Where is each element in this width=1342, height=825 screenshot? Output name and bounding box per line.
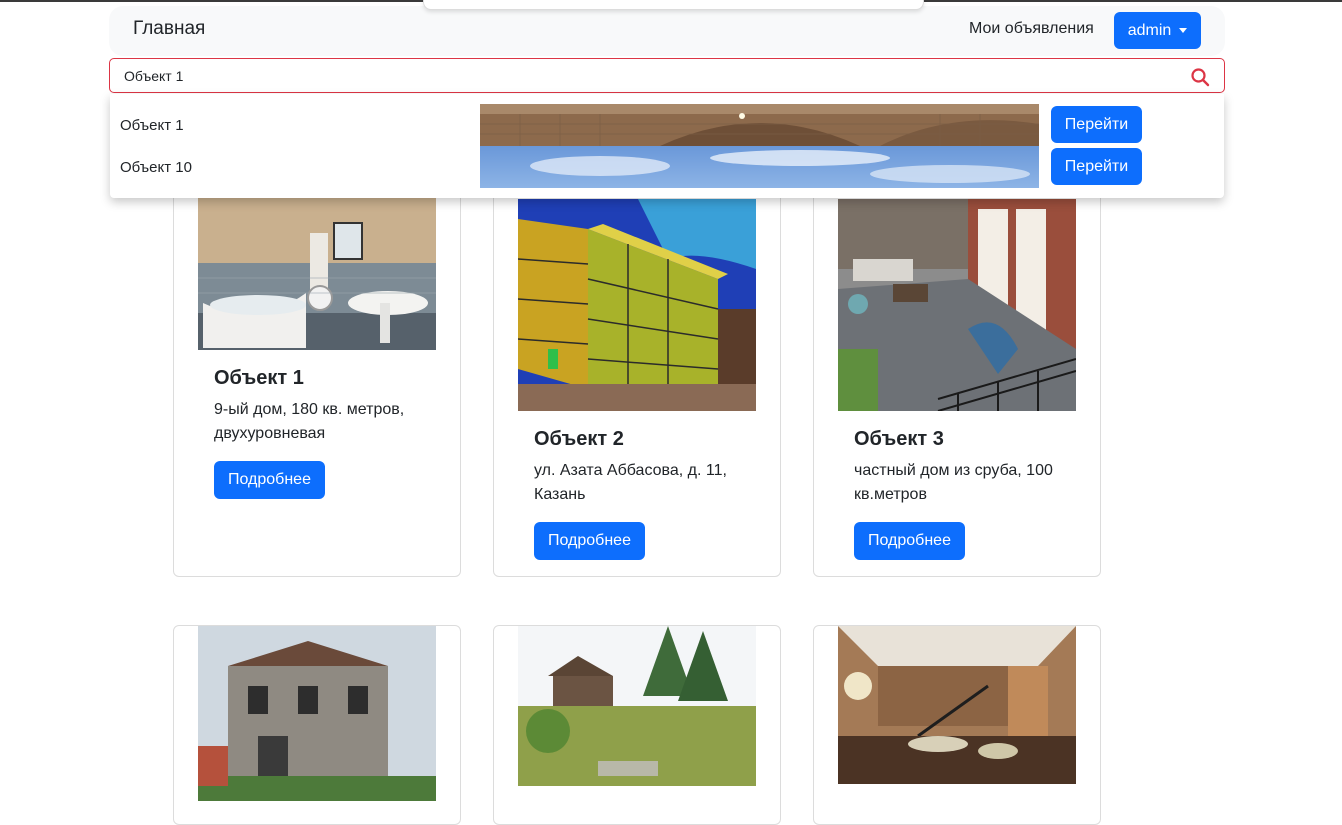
suggestion-row: Объект 10 Перейти	[110, 146, 1224, 188]
listing-photo	[518, 626, 756, 786]
navbar: Главная Мои объявления admin	[109, 6, 1225, 56]
suggestion-go-button[interactable]: Перейти	[1051, 148, 1142, 185]
search-icon[interactable]	[1190, 67, 1210, 87]
user-menu-button[interactable]: admin	[1114, 12, 1201, 49]
listing-card: Объект 3 частный дом из сруба, 100 кв.ме…	[813, 152, 1101, 577]
listing-title: Объект 1	[214, 367, 304, 389]
suggestion-row: Объект 1 Перейти	[110, 104, 1224, 146]
nav-link-my-ads[interactable]: Мои объявления	[969, 20, 1094, 38]
listing-card	[493, 625, 781, 825]
listing-card: Объект 1 9-ый дом, 180 кв. метров, двуху…	[173, 152, 461, 577]
details-button[interactable]: Подробнее	[854, 522, 965, 560]
listing-card: Объект 2 ул. Азата Аббасова, д. 11, Каза…	[493, 152, 781, 577]
listing-description: частный дом из сруба, 100 кв.метров	[854, 462, 1053, 503]
listing-card	[813, 625, 1101, 825]
listing-card	[173, 625, 461, 825]
suggestion-thumbnail	[480, 146, 1039, 188]
caret-down-icon	[1179, 28, 1188, 33]
listing-description: ул. Азата Аббасова, д. 11, Казань	[534, 462, 727, 503]
details-button[interactable]: Подробнее	[214, 461, 325, 499]
search-box	[109, 58, 1225, 93]
search-suggestions: Объект 1 Перейти Объект 10 Перейти	[110, 94, 1224, 198]
search-input[interactable]	[110, 59, 1180, 92]
listing-photo	[838, 199, 1076, 411]
suggestion-label[interactable]: Объект 1	[120, 117, 184, 134]
listing-description: 9-ый дом, 180 кв. метров, двухуровневая	[214, 401, 405, 442]
nav-brand-home[interactable]: Главная	[133, 18, 205, 40]
listing-photo	[198, 626, 436, 801]
listing-title: Объект 3	[854, 428, 944, 450]
listing-photo	[518, 199, 756, 411]
listing-photo	[838, 626, 1076, 784]
suggestion-thumbnail	[480, 104, 1039, 146]
suggestion-label[interactable]: Объект 10	[120, 159, 192, 176]
user-menu-label: admin	[1127, 21, 1172, 39]
details-button[interactable]: Подробнее	[534, 522, 645, 560]
listing-title: Объект 2	[534, 428, 624, 450]
browser-popup-edge	[423, 0, 924, 10]
suggestion-go-button[interactable]: Перейти	[1051, 106, 1142, 143]
